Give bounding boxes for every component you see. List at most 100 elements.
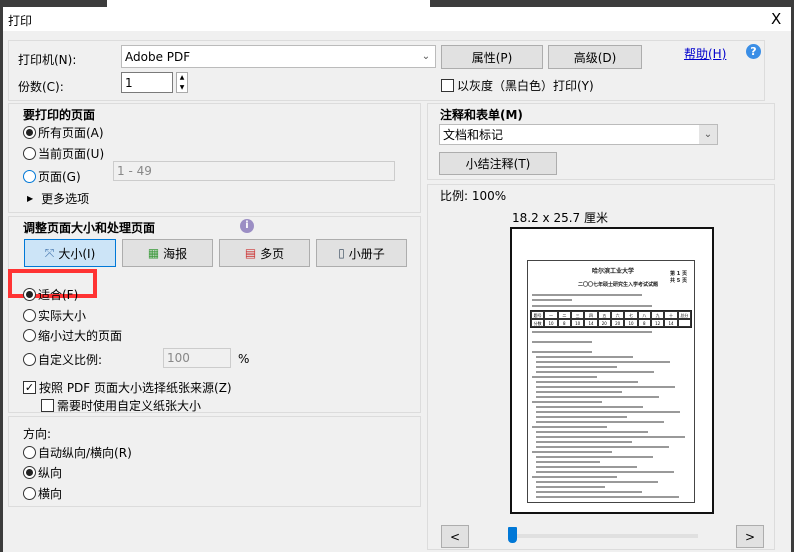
help-link[interactable]: 帮助(H): [684, 45, 726, 62]
radio-all-pages[interactable]: 所有页面(A): [23, 124, 104, 141]
radio-label: 实际大小: [38, 309, 87, 323]
more-options-toggle[interactable]: ▶ 更多选项: [27, 190, 89, 207]
info-icon[interactable]: i: [240, 219, 254, 233]
tab-label: 大小(I): [58, 246, 96, 261]
advanced-button[interactable]: 高级(D): [548, 45, 642, 69]
doc-text-line: [532, 426, 607, 428]
orientation-title: 方向:: [23, 427, 52, 441]
tab-multiple[interactable]: ▤ 多页: [219, 239, 310, 267]
table-cell: 九: [650, 311, 665, 319]
sizing-title: 调整页面大小和处理页面: [23, 221, 156, 235]
percent-label: %: [238, 352, 250, 366]
radio-label: 当前页面(U): [38, 147, 105, 161]
multiple-pages-icon: ▤: [244, 246, 257, 260]
radio-actual-size[interactable]: 实际大小: [23, 307, 86, 324]
custom-paper-checkbox[interactable]: 需要时使用自定义纸张大小: [41, 397, 201, 414]
printer-select[interactable]: Adobe PDF ⌄: [121, 45, 436, 68]
doc-text-line: [532, 401, 602, 403]
page-slider[interactable]: [508, 534, 698, 538]
scale-label: 比例: 100%: [440, 189, 507, 203]
radio-label: 自动纵向/横向(R): [38, 446, 132, 460]
properties-button[interactable]: 属性(P): [441, 45, 543, 69]
triangle-right-icon: ▶: [27, 194, 34, 203]
page-range-input[interactable]: 1 - 49: [113, 161, 395, 181]
table-cell: 五: [597, 311, 611, 319]
tab-size[interactable]: ⤧ 大小(I): [24, 239, 116, 267]
table-cell: 八: [637, 311, 651, 319]
radio-label: 横向: [38, 487, 63, 501]
doc-text-line: [536, 471, 674, 473]
paper-source-checkbox[interactable]: ✓ 按照 PDF 页面大小选择纸张来源(Z): [23, 379, 232, 396]
comments-title: 注释和表单(M): [440, 108, 523, 122]
tab-booklet[interactable]: ▯ 小册子: [316, 239, 407, 267]
radio-landscape[interactable]: 横向: [23, 485, 62, 502]
chevron-down-icon: ⌄: [699, 125, 717, 144]
summarize-comments-button[interactable]: 小结注释(T): [439, 152, 557, 175]
custom-scale-input[interactable]: 100: [163, 348, 231, 368]
doc-text-line: [536, 431, 648, 433]
paper-size-label: 18.2 x 25.7 厘米: [512, 211, 608, 225]
doc-text-line: [536, 466, 637, 468]
radio-current-page[interactable]: 当前页面(U): [23, 145, 104, 162]
prev-page-button[interactable]: <: [441, 525, 469, 548]
print-dialog: 打印 X 打印机(N): Adobe PDF ⌄ 属性(P) 高级(D) 帮助(…: [3, 7, 791, 552]
table-cell: 题号: [531, 311, 545, 319]
printer-label: 打印机(N):: [18, 53, 77, 67]
radio-shrink[interactable]: 缩小过大的页面: [23, 327, 122, 344]
poster-icon: ▦: [147, 246, 160, 260]
copies-spinner[interactable]: ▲ ▼: [176, 72, 188, 93]
next-page-button[interactable]: >: [736, 525, 764, 548]
doc-text-line: [532, 376, 597, 378]
doc-text-line: [532, 305, 652, 307]
table-cell: 8: [637, 319, 651, 327]
doc-text-line: [536, 416, 627, 418]
doc-text-line: [536, 491, 642, 493]
tab-poster[interactable]: ▦ 海报: [122, 239, 213, 267]
radio-page-range[interactable]: 页面(G): [23, 168, 81, 185]
doc-text-line: [536, 386, 675, 388]
printer-panel: 打印机(N): Adobe PDF ⌄ 属性(P) 高级(D) 帮助(H) ? …: [8, 40, 765, 101]
radio-label: 自定义比例:: [38, 353, 103, 367]
title-bar: 打印 X: [3, 7, 791, 31]
radio-label: 纵向: [38, 466, 63, 480]
doc-text-line: [536, 446, 669, 448]
doc-text-line: [536, 411, 680, 413]
table-cell: 六: [610, 311, 625, 319]
radio-fit[interactable]: 适合(F): [23, 286, 78, 303]
dialog-title: 打印: [8, 14, 33, 28]
background-window: [107, 0, 430, 7]
radio-portrait[interactable]: 纵向: [23, 464, 62, 481]
doc-text-line: [532, 451, 612, 453]
table-cell: 十: [664, 311, 678, 319]
doc-text-line: [532, 476, 617, 478]
tab-label: 海报: [163, 246, 188, 261]
table-cell: 10: [570, 319, 585, 327]
table-cell: [677, 319, 691, 327]
doc-text-line: [532, 294, 642, 296]
radio-label: 适合(F): [38, 288, 79, 302]
close-icon[interactable]: X: [771, 10, 781, 28]
up-arrow-icon[interactable]: ▲: [177, 73, 187, 83]
radio-custom-scale[interactable]: 自定义比例:: [23, 351, 102, 368]
copies-input[interactable]: 1: [121, 72, 173, 93]
help-icon[interactable]: ?: [746, 44, 761, 59]
table-cell: 10: [624, 319, 638, 327]
pages-title: 要打印的页面: [23, 108, 96, 122]
doc-text-line: [536, 456, 653, 458]
grayscale-checkbox[interactable]: 以灰度（黑白色）打印(Y): [441, 77, 594, 94]
comments-select[interactable]: 文档和标记 ⌄: [439, 124, 718, 145]
table-cell: 四: [584, 311, 598, 319]
doc-text-line: [532, 331, 652, 333]
page-preview: 哈尔滨工业大学 第 1 页 共 5 页 二〇〇七年硕士研究生入学考试试题 题号一…: [510, 227, 714, 514]
doc-text-line: [536, 396, 659, 398]
table-cell: 分数: [531, 319, 545, 327]
down-arrow-icon[interactable]: ▼: [177, 83, 187, 93]
table-cell: 14: [664, 319, 678, 327]
doc-page-no: 第 1 页: [670, 271, 687, 277]
more-options-label: 更多选项: [41, 192, 90, 206]
doc-text-line: [536, 481, 658, 483]
doc-text-line: [536, 441, 632, 443]
doc-text-line: [536, 371, 654, 373]
slider-thumb[interactable]: [508, 527, 517, 543]
radio-auto-orientation[interactable]: 自动纵向/横向(R): [23, 444, 132, 461]
